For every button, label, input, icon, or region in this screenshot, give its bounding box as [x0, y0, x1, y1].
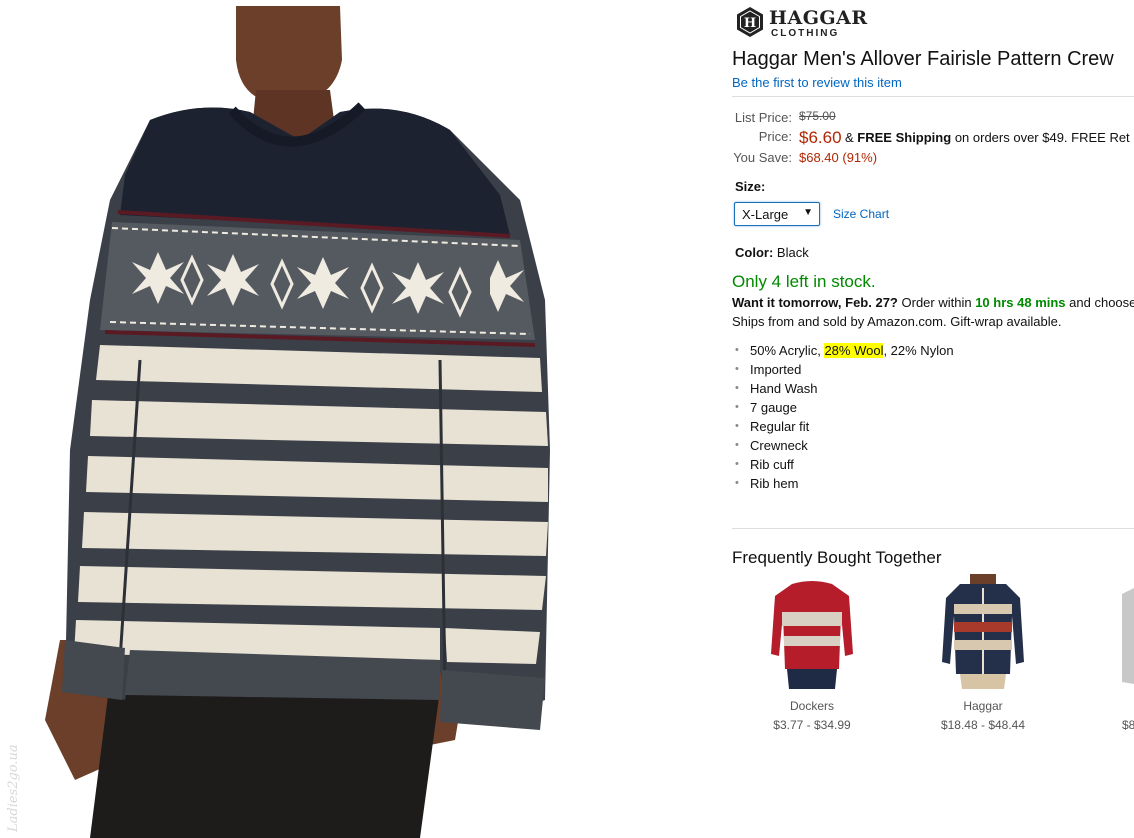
feature-bullet: 50% Acrylic, 28% Wool, 22% Nylon	[732, 342, 954, 361]
review-link[interactable]: Be the first to review this item	[732, 75, 902, 90]
and-choose-text: and choose	[1069, 295, 1134, 310]
feature-bullets: 50% Acrylic, 28% Wool, 22% Nylon Importe…	[732, 342, 954, 494]
want-it-text: Want it tomorrow, Feb. 27?	[732, 295, 898, 310]
brand-name: HAGGAR	[769, 7, 868, 29]
color-value: Black	[776, 245, 809, 260]
product-main-image[interactable]	[0, 0, 560, 838]
size-chart-link[interactable]: Size Chart	[833, 207, 889, 221]
order-within-text: Order within	[901, 295, 972, 310]
shipping-prefix: &	[845, 130, 854, 145]
fbt-price: $3.77 - $34.99	[773, 718, 851, 732]
color-label: Color:	[735, 245, 774, 260]
fbt-product-image[interactable]	[737, 574, 887, 689]
wool-highlight: 28% Wool	[824, 343, 884, 358]
fbt-item[interactable]: $8	[1078, 574, 1134, 744]
list-price-value: $75.00	[799, 109, 836, 123]
fbt-title: Frequently Bought Together	[732, 548, 942, 567]
you-save-label: You Save:	[733, 150, 792, 165]
countdown-timer: 10 hrs 48 mins	[975, 295, 1066, 310]
size-label: Size:	[735, 179, 766, 194]
dropdown-arrow-icon: ▼	[803, 207, 813, 218]
fbt-price: $18.48 - $48.44	[940, 718, 1026, 732]
divider	[732, 528, 1134, 529]
brand-subtitle: CLOTHING	[771, 28, 840, 39]
fbt-brand[interactable]: Dockers	[737, 699, 887, 713]
free-shipping-link[interactable]: FREE Shipping	[857, 130, 951, 145]
logo-mark-letter: H	[744, 16, 756, 31]
stock-status: Only 4 left in stock.	[732, 272, 876, 291]
fbt-product-image[interactable]	[908, 574, 1058, 689]
feature-bullet: Imported	[732, 361, 954, 380]
ships-from-text: Ships from and sold by Amazon.com. Gift-…	[732, 314, 1062, 329]
haggar-logo-icon: H	[737, 7, 763, 37]
delivery-info: Want it tomorrow, Feb. 27? Order within …	[732, 295, 1134, 310]
material-text: 50% Acrylic,	[750, 343, 821, 358]
size-selected-value: X-Large	[742, 207, 789, 222]
fbt-item[interactable]: Dockers $3.77 - $34.99	[737, 574, 887, 744]
watermark: Ladies2go.ua	[6, 744, 21, 832]
divider	[732, 96, 1134, 97]
price-value: $6.60	[799, 128, 842, 147]
feature-bullet: 7 gauge	[732, 399, 954, 418]
list-price-label: List Price:	[734, 110, 792, 125]
product-title: Haggar Men's Allover Fairisle Pattern Cr…	[732, 48, 1114, 70]
feature-bullet: Rib cuff	[732, 456, 954, 475]
brand-logo[interactable]: H HAGGAR CLOTHING	[732, 4, 932, 40]
size-dropdown[interactable]: X-Large ▼	[734, 202, 820, 226]
shipping-info: & FREE Shipping on orders over $49. FREE…	[845, 130, 1130, 145]
feature-bullet: Rib hem	[732, 475, 954, 494]
fbt-product-image[interactable]	[1078, 574, 1134, 689]
feature-bullet: Crewneck	[732, 437, 954, 456]
fbt-price: $8	[1122, 718, 1134, 732]
feature-bullet: Hand Wash	[732, 380, 954, 399]
shipping-suffix: on orders over $49. FREE Ret	[954, 130, 1130, 145]
price-label: Price:	[758, 129, 792, 144]
material-text-rest: , 22% Nylon	[883, 343, 954, 358]
you-save-value: $68.40 (91%)	[799, 150, 878, 165]
fbt-item[interactable]: Haggar $18.48 - $48.44	[908, 574, 1058, 744]
fbt-brand[interactable]: Haggar	[908, 699, 1058, 713]
product-details-panel: H HAGGAR CLOTHING Haggar Men's Allover F…	[732, 0, 1134, 838]
color-info: Color: Black	[735, 245, 809, 260]
feature-bullet: Regular fit	[732, 418, 954, 437]
